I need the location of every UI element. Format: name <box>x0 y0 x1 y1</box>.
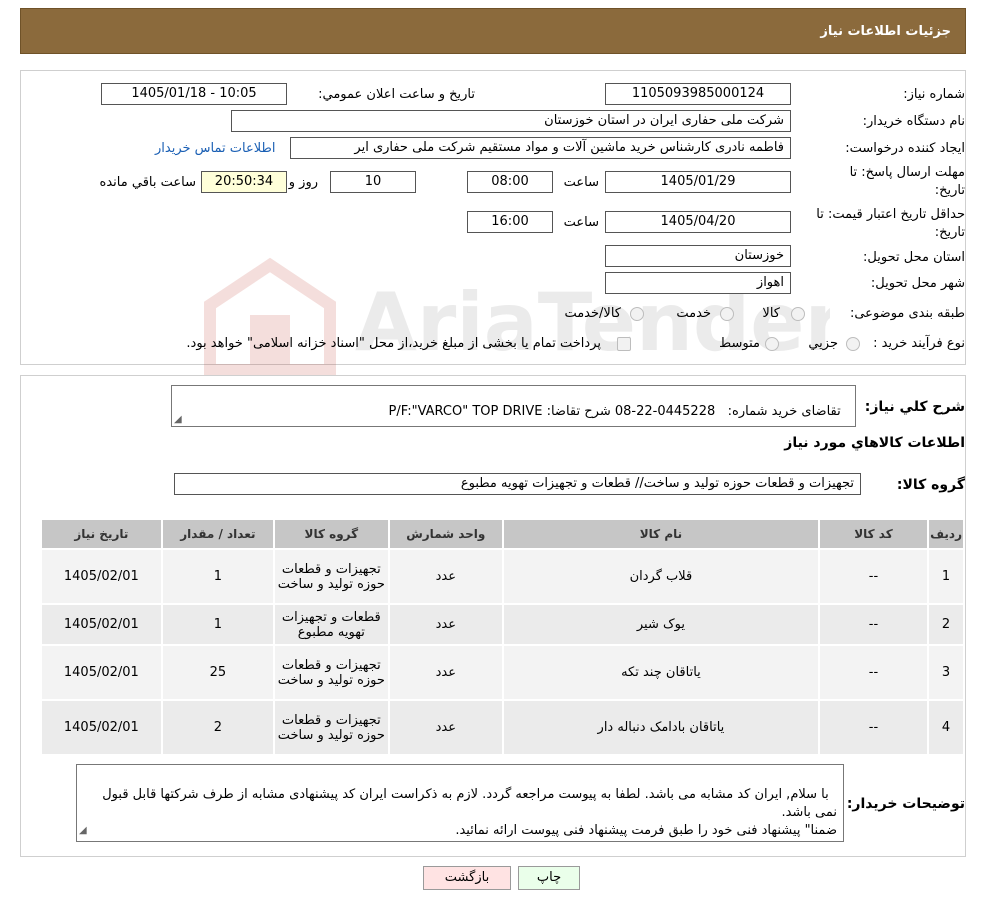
deadline-label: مهلت ارسال پاسخ: تا <box>849 165 965 180</box>
cell-goods-code: -- <box>817 699 930 756</box>
cell-need-date: 1405/02/01 <box>40 644 163 701</box>
goods-group-field: تجهیزات و قطعات حوزه تولید و ساخت// قطعا… <box>174 473 861 495</box>
city-label: شهر محل تحویل: <box>870 276 965 291</box>
cell-goods-code: -- <box>817 603 930 646</box>
cell-goods-group: تجهیزات و قطعات حوزه تولید و ساخت <box>273 548 390 605</box>
description-textarea[interactable]: تقاضای خرید شماره: 0445228-22-08 شرح تقا… <box>171 385 856 427</box>
header-unit: واحد شمارش <box>387 518 505 550</box>
back-button[interactable]: بازگشت <box>423 866 511 890</box>
process-checkbox-treasury[interactable] <box>617 337 631 351</box>
creator-label: ایجاد کننده درخواست: <box>845 141 965 156</box>
announce-datetime-field: 1405/01/18 - 10:05 <box>101 83 287 105</box>
cell-need-date: 1405/02/01 <box>40 548 163 605</box>
days-remaining-field: 10 <box>330 171 416 193</box>
cell-goods-code: -- <box>817 548 930 605</box>
table-header-row: رديف کد کالا نام کالا واحد شمارش گروه کا… <box>40 518 965 550</box>
cell-goods-name: یاتاقان بادامک دنباله دار <box>502 699 820 756</box>
table-row: 3 -- یاتاقان چند تکه عدد تجهیزات و قطعات… <box>40 644 965 701</box>
deadline-time-field: 08:00 <box>467 171 553 193</box>
print-button[interactable]: چاپ <box>518 866 580 890</box>
header-goods-group: گروه کالا <box>273 518 390 550</box>
cell-goods-name: یوک شیر <box>502 603 820 646</box>
cell-need-date: 1405/02/01 <box>40 699 163 756</box>
header-goods-code: کد کالا <box>817 518 930 550</box>
deadline-date-field: 1405/01/29 <box>605 171 791 193</box>
city-field: اهواز <box>605 272 791 294</box>
validity-time-field: 16:00 <box>467 211 553 233</box>
cell-unit: عدد <box>387 603 505 646</box>
category-radio-service[interactable] <box>720 307 734 321</box>
deadline-label-2: تاریخ: <box>934 183 965 198</box>
buyer-org-label: نام دستگاه خريدار: <box>862 114 965 129</box>
cell-quantity: 1 <box>160 603 276 646</box>
goods-section-title: اطلاعات کالاهاي مورد نياز <box>784 435 965 451</box>
cell-unit: عدد <box>387 699 505 756</box>
deadline-time-label: ساعت <box>563 175 599 190</box>
page-header: جزئیات اطلاعات نیاز <box>20 8 966 54</box>
process-radio-minor[interactable] <box>846 337 860 351</box>
category-option-service: خدمت <box>676 306 711 321</box>
cell-row-number: 2 <box>927 603 965 646</box>
cell-quantity: 25 <box>160 644 276 701</box>
cell-goods-name: قلاب گردان <box>502 548 820 605</box>
description-text: تقاضای خرید شماره: 0445228-22-08 شرح تقا… <box>388 404 841 419</box>
cell-unit: عدد <box>387 644 505 701</box>
cell-goods-code: -- <box>817 644 930 701</box>
cell-row-number: 1 <box>927 548 965 605</box>
process-label: نوع فرآیند خرید : <box>873 336 965 351</box>
description-label: شرح كلي نياز: <box>864 399 965 415</box>
buyer-org-field: شرکت ملی حفاری ایران در استان خوزستان <box>231 110 791 132</box>
cell-row-number: 3 <box>927 644 965 701</box>
category-option-goods: کالا <box>762 306 780 321</box>
process-option-medium: متوسط <box>719 336 760 351</box>
cell-goods-group: قطعات و تجهیزات تهویه مطبوع <box>273 603 390 646</box>
cell-unit: عدد <box>387 548 505 605</box>
process-note: پرداخت تمام يا بخشی از مبلغ خريد،از محل … <box>186 336 601 351</box>
province-label: استان محل تحویل: <box>863 250 965 265</box>
table-row: 4 -- یاتاقان بادامک دنباله دار عدد تجهیز… <box>40 699 965 756</box>
table-row: 2 -- یوک شیر عدد قطعات و تجهیزات تهویه م… <box>40 603 965 646</box>
buyer-notes-textarea[interactable]: با سلام, ایران کد مشابه می باشد. لطفا به… <box>76 764 844 842</box>
time-remaining-label: ساعت باقي مانده <box>99 175 196 190</box>
goods-table: رديف کد کالا نام کالا واحد شمارش گروه کا… <box>40 518 965 756</box>
buyer-contact-link[interactable]: اطلاعات تماس خريدار <box>155 141 275 156</box>
process-radio-medium[interactable] <box>765 337 779 351</box>
cell-goods-name: یاتاقان چند تکه <box>502 644 820 701</box>
days-label: روز و <box>288 175 318 190</box>
cell-goods-group: تجهیزات و قطعات حوزه تولید و ساخت <box>273 644 390 701</box>
cell-goods-group: تجهیزات و قطعات حوزه تولید و ساخت <box>273 699 390 756</box>
category-option-both: کالا/خدمت <box>564 306 621 321</box>
validity-date-field: 1405/04/20 <box>605 211 791 233</box>
header-quantity: تعداد / مقدار <box>160 518 276 550</box>
province-field: خوزستان <box>605 245 791 267</box>
header-row-number: رديف <box>927 518 965 550</box>
category-label: طبقه بندی موضوعی: <box>849 306 965 321</box>
category-radio-both[interactable] <box>630 307 644 321</box>
announce-label: تاریخ و ساعت اعلان عمومي: <box>318 87 475 102</box>
cell-quantity: 1 <box>160 548 276 605</box>
cell-row-number: 4 <box>927 699 965 756</box>
table-row: 1 -- قلاب گردان عدد تجهیزات و قطعات حوزه… <box>40 548 965 605</box>
category-radio-goods[interactable] <box>791 307 805 321</box>
goods-group-label: گروه کالا: <box>896 477 965 493</box>
header-need-date: تاریخ نیاز <box>40 518 163 550</box>
time-remaining-field: 20:50:34 <box>201 171 287 193</box>
cell-need-date: 1405/02/01 <box>40 603 163 646</box>
buyer-notes-label: توضیحات خریدار: <box>846 796 965 812</box>
validity-label: حداقل تاریخ اعتبار قیمت: تا <box>816 207 965 222</box>
buyer-notes-text: با سلام, ایران کد مشابه می باشد. لطفا به… <box>102 787 837 838</box>
validity-time-label: ساعت <box>563 215 599 230</box>
validity-label-2: تاریخ: <box>934 225 965 240</box>
resize-grip-icon[interactable]: ◢ <box>174 414 182 425</box>
header-goods-name: نام کالا <box>502 518 820 550</box>
creator-field: فاطمه نادری کارشناس خرید ماشین آلات و مو… <box>290 137 791 159</box>
resize-grip-icon[interactable]: ◢ <box>79 822 87 840</box>
process-option-minor: جزيي <box>808 336 838 351</box>
need-number-field: 1105093985000124 <box>605 83 791 105</box>
need-number-label: شماره نیاز: <box>903 87 965 102</box>
cell-quantity: 2 <box>160 699 276 756</box>
